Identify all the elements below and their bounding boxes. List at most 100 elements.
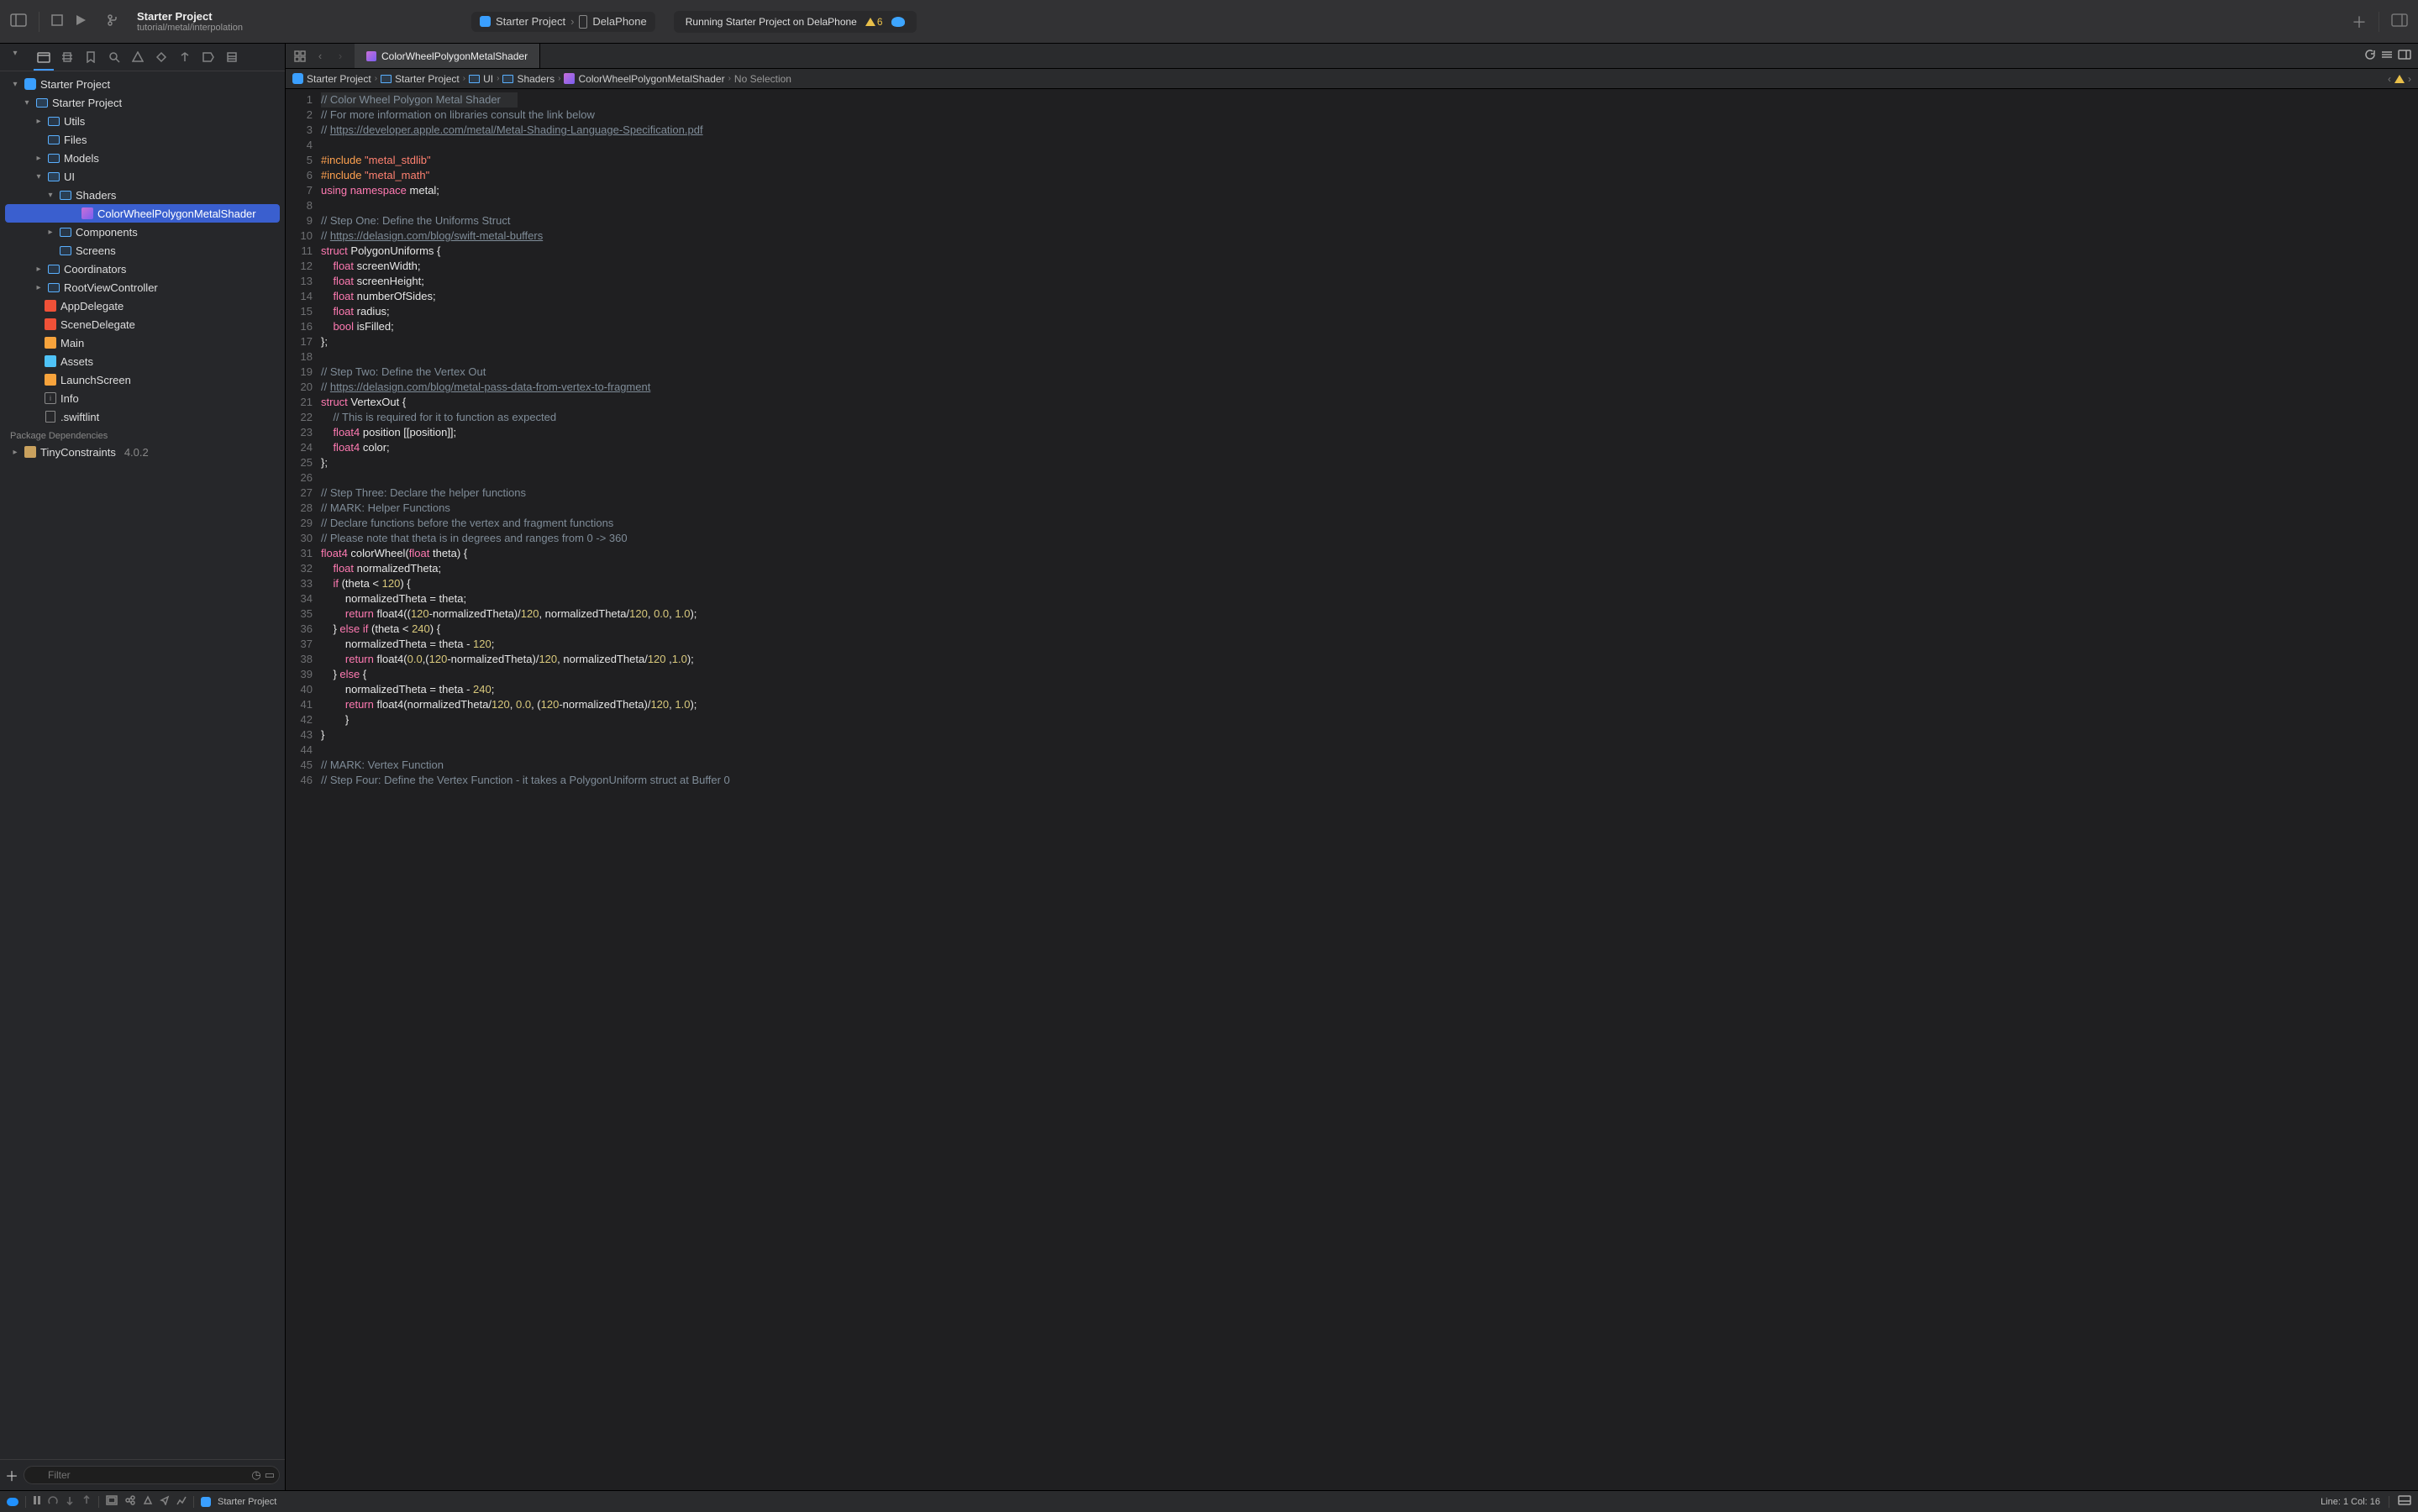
folder-icon	[48, 265, 60, 274]
code-editor[interactable]: 1// Color Wheel Polygon Metal Shader2// …	[286, 89, 2418, 1490]
chevron-right-icon[interactable]: ▸	[45, 228, 55, 237]
refresh-icon[interactable]	[2364, 49, 2376, 63]
tree-file[interactable]: AppDelegate	[0, 297, 285, 315]
chevron-right-icon[interactable]: ▸	[34, 117, 44, 126]
sidebar-toggle-icon[interactable]	[10, 13, 27, 29]
issues-tab[interactable]	[128, 49, 148, 66]
scheme-selector[interactable]: Starter Project › DelaPhone	[471, 12, 655, 32]
add-tab-icon[interactable]: ＋	[2352, 11, 2367, 33]
scheme-icon[interactable]	[105, 13, 118, 29]
filter-input[interactable]	[24, 1466, 280, 1484]
tree-folder[interactable]: ▾ Starter Project	[0, 93, 285, 112]
tree-label: Models	[64, 152, 99, 165]
breadcrumb-item[interactable]: UI	[469, 73, 493, 85]
next-issue-icon[interactable]: ›	[2408, 73, 2411, 85]
warning-badge[interactable]: 6	[865, 16, 883, 28]
tree-label: AppDelegate	[60, 300, 124, 312]
tree-folder[interactable]: ▸RootViewController	[0, 278, 285, 297]
chevron-right-icon[interactable]: ▸	[10, 448, 20, 457]
back-icon[interactable]: ‹	[311, 47, 329, 66]
find-tab[interactable]	[104, 49, 124, 66]
tree-file[interactable]: Assets	[0, 352, 285, 370]
status-text: Running Starter Project on DelaPhone	[686, 16, 857, 28]
step-over-icon[interactable]	[65, 1495, 75, 1508]
project-navigator-tab[interactable]	[34, 49, 54, 66]
location-icon[interactable]	[160, 1495, 170, 1508]
cloud-icon[interactable]	[891, 17, 905, 27]
tree-folder[interactable]: ▸Utils	[0, 112, 285, 130]
add-button[interactable]: ＋	[5, 1465, 18, 1485]
tree-file[interactable]: .swiftlint	[0, 407, 285, 426]
related-items-icon[interactable]	[291, 47, 309, 66]
app-icon	[24, 78, 36, 90]
chevron-down-icon[interactable]: ▾	[10, 49, 20, 58]
tree-root[interactable]: ▾ Starter Project	[0, 75, 285, 93]
chevron-down-icon[interactable]: ▾	[45, 191, 55, 200]
env-overrides-icon[interactable]	[143, 1495, 153, 1508]
source-control-tab[interactable]	[57, 49, 77, 66]
console-toggle-icon[interactable]	[2398, 1495, 2411, 1508]
tree-folder[interactable]: ▸Screens	[0, 241, 285, 260]
continue-icon[interactable]	[48, 1495, 58, 1508]
stop-button[interactable]	[51, 14, 63, 29]
tree-label: .swiftlint	[60, 411, 99, 423]
chevron-down-icon[interactable]: ▾	[10, 80, 20, 89]
tab-title: ColorWheelPolygonMetalShader	[381, 50, 528, 62]
debug-tab[interactable]	[175, 49, 195, 66]
tree-folder[interactable]: ▸Files	[0, 130, 285, 149]
tree-folder[interactable]: ▸ Models	[0, 149, 285, 167]
scm-filter-icon[interactable]: ▭	[265, 1468, 275, 1482]
chevron-right-icon[interactable]: ▸	[34, 283, 44, 292]
file-tree: ▾ Starter Project ▾ Starter Project ▸Uti…	[0, 71, 285, 1459]
tree-file[interactable]: iInfo	[0, 389, 285, 407]
library-icon[interactable]	[2391, 13, 2408, 29]
debug-bar: Starter Project Line: 1 Col: 16	[0, 1490, 2418, 1512]
folder-icon	[60, 191, 71, 200]
breakpoints-tab[interactable]	[198, 49, 218, 66]
package-name: TinyConstraints	[40, 446, 116, 459]
step-into-icon[interactable]	[81, 1495, 92, 1508]
tests-tab[interactable]	[151, 49, 171, 66]
tree-file[interactable]: SceneDelegate	[0, 315, 285, 333]
tree-file[interactable]: LaunchScreen	[0, 370, 285, 389]
debug-view-icon[interactable]	[106, 1495, 118, 1508]
tree-folder[interactable]: ▸Coordinators	[0, 260, 285, 278]
memory-graph-icon[interactable]	[124, 1495, 136, 1508]
folder-icon	[48, 154, 60, 163]
warning-icon[interactable]	[2394, 75, 2405, 83]
tree-folder[interactable]: ▸Components	[0, 223, 285, 241]
cursor-position: Line: 1 Col: 16	[2321, 1497, 2380, 1507]
breadcrumb-item[interactable]: Starter Project	[292, 73, 371, 85]
chevron-down-icon[interactable]: ▾	[34, 172, 44, 181]
tree-file-selected[interactable]: ▸ColorWheelPolygonMetalShader	[5, 204, 280, 223]
chevron-right-icon[interactable]: ▸	[34, 154, 44, 163]
metrics-icon[interactable]	[176, 1495, 187, 1508]
forward-icon[interactable]: ›	[331, 47, 350, 66]
adjust-editor-icon[interactable]	[2381, 50, 2393, 62]
editor-tab-active[interactable]: ColorWheelPolygonMetalShader	[355, 44, 540, 68]
metal-icon	[81, 207, 93, 219]
folder-icon	[48, 172, 60, 181]
run-button[interactable]	[75, 14, 87, 29]
breadcrumb-item[interactable]: ColorWheelPolygonMetalShader	[564, 73, 724, 85]
pause-icon[interactable]	[33, 1495, 41, 1508]
reports-tab[interactable]	[222, 49, 242, 66]
prev-issue-icon[interactable]: ‹	[2388, 73, 2391, 85]
tree-folder[interactable]: ▾UI	[0, 167, 285, 186]
metal-icon	[564, 73, 575, 84]
app-icon	[201, 1497, 211, 1507]
breadcrumb-item[interactable]: Shaders	[502, 73, 555, 85]
tree-file[interactable]: Main	[0, 333, 285, 352]
project-name: Starter Project	[137, 10, 243, 23]
debug-toggle[interactable]	[7, 1498, 18, 1506]
package-item[interactable]: ▸ TinyConstraints 4.0.2	[0, 443, 285, 461]
chevron-down-icon[interactable]: ▾	[22, 98, 32, 108]
tree-folder[interactable]: ▾Shaders	[0, 186, 285, 204]
recent-filter-icon[interactable]: ◷	[251, 1468, 260, 1482]
chevron-right-icon[interactable]: ▸	[34, 265, 44, 274]
split-editor-icon[interactable]	[2398, 50, 2411, 62]
process-name[interactable]: Starter Project	[218, 1497, 276, 1507]
bookmark-tab[interactable]	[81, 49, 101, 66]
breadcrumb-no-selection[interactable]: No Selection	[734, 73, 791, 85]
breadcrumb-item[interactable]: Starter Project	[381, 73, 460, 85]
